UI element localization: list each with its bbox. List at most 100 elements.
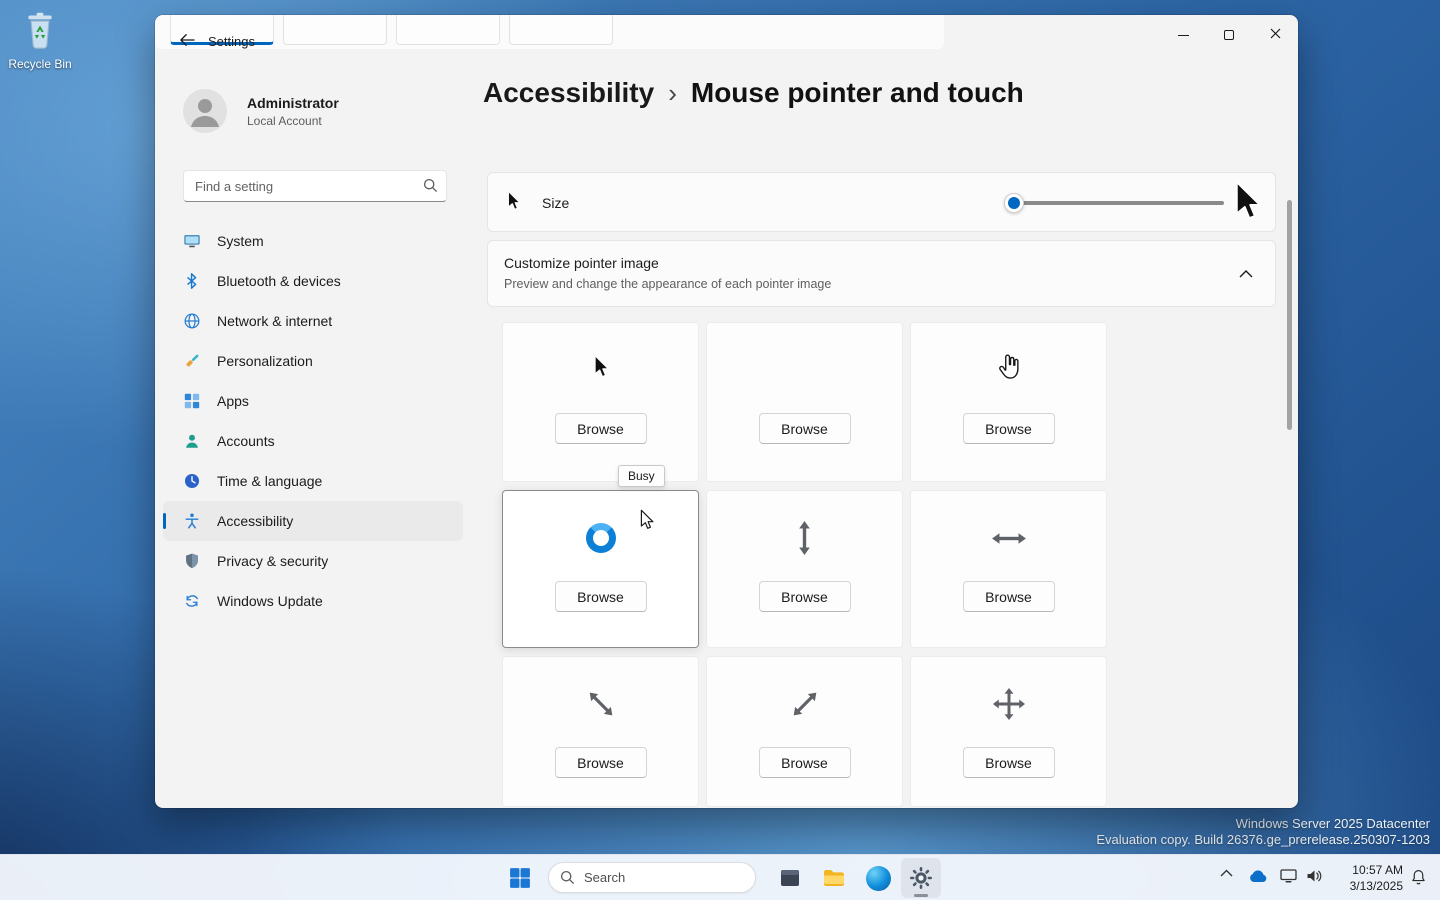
folder-icon <box>821 865 847 891</box>
start-button[interactable] <box>500 858 540 898</box>
sidebar-item-system[interactable]: System <box>163 221 463 261</box>
maximize-button[interactable] <box>1206 15 1252 55</box>
vertical-scrollbar[interactable] <box>1287 200 1292 430</box>
pointer-card-diagonal-resize-1: Browse <box>502 656 699 807</box>
tray-onedrive[interactable] <box>1248 869 1268 883</box>
arrow-pointer-icon <box>591 354 611 386</box>
sidebar-item-label: Bluetooth & devices <box>217 273 341 289</box>
pointer-card-vertical-resize: Browse <box>706 490 903 648</box>
vertical-resize-icon <box>785 518 825 558</box>
sidebar-item-time-language[interactable]: Time & language <box>163 461 463 501</box>
tray-network[interactable] <box>1280 869 1297 883</box>
slider-thumb[interactable] <box>1004 193 1024 213</box>
edge-browser-icon <box>866 866 891 891</box>
clock-date: 3/13/2025 <box>1333 878 1403 894</box>
settings-search-input[interactable] <box>183 170 447 202</box>
pointer-card-help-select: Browse <box>706 322 903 482</box>
desktop: Recycle Bin Windows Server 2025 Datacent… <box>0 0 1440 900</box>
breadcrumb-parent[interactable]: Accessibility <box>483 77 654 109</box>
taskbar-search-label: Search <box>584 870 625 885</box>
small-cursor-preview-icon <box>505 190 522 218</box>
settings-nav: System Bluetooth & devices Network & int… <box>163 221 463 621</box>
chevron-up-icon <box>1239 270 1253 278</box>
sidebar-item-accounts[interactable]: Accounts <box>163 421 463 461</box>
sidebar-item-apps[interactable]: Apps <box>163 381 463 421</box>
sidebar-item-privacy-security[interactable]: Privacy & security <box>163 541 463 581</box>
taskbar-settings[interactable] <box>901 858 941 898</box>
app-window-icon <box>778 866 802 890</box>
browse-button[interactable]: Browse <box>759 581 851 612</box>
sidebar-item-label: Accessibility <box>217 513 293 529</box>
tray-volume[interactable] <box>1306 869 1323 883</box>
tray-show-hidden-icons[interactable] <box>1220 869 1233 877</box>
sidebar-item-accessibility[interactable]: Accessibility <box>163 501 463 541</box>
collapse-section-button[interactable] <box>1235 265 1257 283</box>
diagonal-resize-nesw-icon <box>776 676 833 733</box>
hand-pointer-icon <box>996 354 1022 387</box>
taskbar-search[interactable]: Search <box>548 862 756 893</box>
sidebar-item-bluetooth-devices[interactable]: Bluetooth & devices <box>163 261 463 301</box>
arrow-left-icon <box>178 33 196 52</box>
sidebar-item-label: Apps <box>217 393 249 409</box>
system-icon <box>183 232 201 250</box>
browse-button[interactable]: Browse <box>759 747 851 778</box>
gear-icon <box>909 866 933 890</box>
size-label: Size <box>542 195 569 211</box>
caption-buttons <box>1160 15 1298 55</box>
accessibility-icon <box>183 512 201 530</box>
shield-icon <box>183 552 201 570</box>
close-button[interactable] <box>1252 15 1298 55</box>
watermark-line-1: Windows Server 2025 Datacenter <box>1096 816 1430 832</box>
browse-button[interactable]: Browse <box>963 747 1055 778</box>
sidebar-item-label: Windows Update <box>217 593 323 609</box>
clock-time: 10:57 AM <box>1333 862 1403 878</box>
sidebar-item-label: Time & language <box>217 473 322 489</box>
user-name: Administrator <box>247 95 339 111</box>
browse-button[interactable]: Browse <box>555 747 647 778</box>
windows-logo-icon <box>509 867 531 889</box>
clock-icon <box>183 472 201 490</box>
sidebar-item-label: Privacy & security <box>217 553 328 569</box>
bell-icon <box>1410 868 1427 886</box>
recycle-bin-icon <box>21 37 59 54</box>
pointer-size-row: Size <box>487 172 1276 232</box>
browse-button[interactable]: Browse <box>963 413 1055 444</box>
cloud-icon <box>1248 869 1268 883</box>
pointer-card-horizontal-resize: Browse <box>910 490 1107 648</box>
busy-ring-icon <box>586 523 616 553</box>
network-tray-icon <box>1280 869 1297 883</box>
taskbar-clock[interactable]: 10:57 AM 3/13/2025 <box>1333 862 1403 894</box>
browse-button[interactable]: Browse <box>963 581 1055 612</box>
sidebar-item-label: Accounts <box>217 433 275 449</box>
taskbar-app-window[interactable] <box>770 858 810 898</box>
recycle-bin-shortcut[interactable]: Recycle Bin <box>8 10 72 71</box>
minimize-button[interactable] <box>1160 15 1206 55</box>
browse-button[interactable]: Browse <box>759 413 851 444</box>
pointer-card-move: Browse <box>910 656 1107 807</box>
browse-button[interactable]: Browse <box>555 413 647 444</box>
bluetooth-icon <box>183 272 201 290</box>
paintbrush-icon <box>183 352 201 370</box>
person-icon <box>183 432 201 450</box>
page-title: Mouse pointer and touch <box>691 77 1024 109</box>
avatar <box>183 89 227 133</box>
back-button[interactable] <box>169 24 205 60</box>
sidebar-item-windows-update[interactable]: Windows Update <box>163 581 463 621</box>
move-icon <box>989 684 1029 724</box>
account-row[interactable]: Administrator Local Account <box>183 89 339 133</box>
pointer-size-slider[interactable] <box>1006 201 1224 205</box>
sidebar-item-network-internet[interactable]: Network & internet <box>163 301 463 341</box>
minimize-icon <box>1178 35 1189 36</box>
sidebar-item-personalization[interactable]: Personalization <box>163 341 463 381</box>
pointer-card-busy: Browse <box>502 490 699 648</box>
account-type: Local Account <box>247 114 339 128</box>
taskbar: Search <box>0 854 1440 900</box>
pointer-card-normal-select: Browse <box>502 322 699 482</box>
taskbar-edge[interactable] <box>858 858 898 898</box>
taskbar-file-explorer[interactable] <box>814 858 854 898</box>
customize-pointer-section[interactable]: Customize pointer image Preview and chan… <box>487 240 1276 307</box>
titlebar[interactable]: Settings <box>155 15 1298 71</box>
browse-button[interactable]: Browse <box>555 581 647 612</box>
mouse-cursor-icon <box>638 509 655 537</box>
notification-button[interactable] <box>1410 868 1427 886</box>
